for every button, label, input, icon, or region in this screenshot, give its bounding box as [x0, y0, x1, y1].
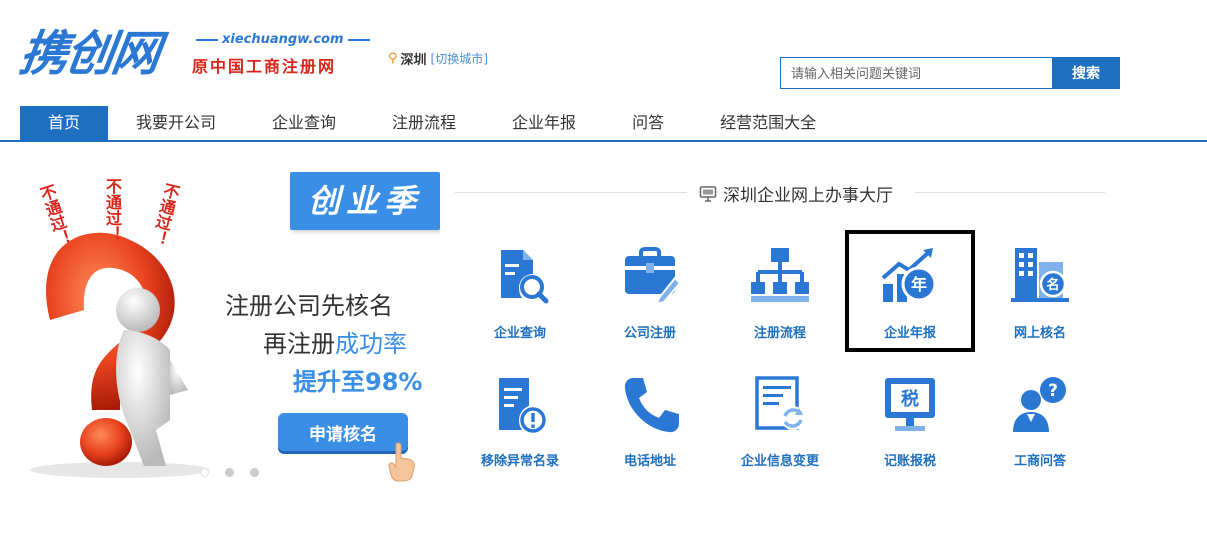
user-question-icon: ? — [1013, 377, 1066, 432]
service-row: 企业查询 公司注册 注册流程 年 企业年报 名 网上核名 — [455, 230, 1105, 352]
search-bar: 搜索 — [780, 57, 1120, 89]
service-label: 企业查询 — [493, 326, 546, 341]
site-header: 携创网 xiechuangw.com 原中国工商注册网 ⚲ 深圳 [切换城市] … — [0, 0, 1207, 100]
bubble-reject-2: 不通过！ — [103, 178, 122, 242]
service-phone-address[interactable]: 电话地址 — [585, 370, 715, 492]
phone-icon — [624, 378, 679, 433]
service-annual-report[interactable]: 年 企业年报 — [845, 230, 975, 352]
service-info-change[interactable]: 企业信息变更 — [715, 370, 845, 492]
service-label: 企业信息变更 — [740, 454, 819, 469]
switch-city-link[interactable]: [切换城市] — [431, 50, 488, 67]
search-button[interactable]: 搜索 — [1052, 57, 1120, 89]
banner-line-3: 提升至98% — [293, 368, 423, 396]
service-company-registration[interactable]: 公司注册 — [585, 230, 715, 352]
annual-report-chart-icon: 年 — [881, 248, 937, 302]
monitor-icon — [699, 185, 717, 202]
service-label: 网上核名 — [1013, 326, 1066, 341]
nav-item-business-scope[interactable]: 经营范围大全 — [692, 106, 844, 140]
carousel-dot[interactable] — [200, 468, 209, 477]
logo-slogan: xiechuangw.com 原中国工商注册网 — [192, 32, 382, 77]
service-remove-abnormal-list[interactable]: 移除异常名录 — [455, 370, 585, 492]
document-alert-icon — [499, 378, 546, 433]
nav-item-home[interactable]: 首页 — [20, 106, 108, 140]
nav-item-company-search[interactable]: 企业查询 — [244, 106, 364, 140]
service-label: 电话地址 — [623, 454, 676, 469]
service-bookkeeping-tax[interactable]: 税 记账报税 — [845, 370, 975, 492]
domain-line: xiechuangw.com — [192, 32, 382, 47]
tax-monitor-icon: 税 — [885, 378, 935, 431]
service-row: 移除异常名录 电话地址 企业信息变更 税 记账报税 ? 工商问答 — [455, 370, 1105, 492]
main-nav: 首页 我要开公司 企业查询 注册流程 企业年报 问答 经营范围大全 — [0, 106, 1207, 142]
tagline-text: 原中国工商注册网 — [192, 57, 337, 76]
org-chart-icon — [751, 248, 809, 302]
service-grid: 企业查询 公司注册 注册流程 年 企业年报 名 网上核名 移除异常名录 电话地址… — [455, 230, 1105, 492]
nav-item-qa[interactable]: 问答 — [604, 106, 692, 140]
season-badge: 创业季 — [290, 172, 440, 230]
service-registration-process[interactable]: 注册流程 — [715, 230, 845, 352]
location-pin-icon: ⚲ — [388, 51, 398, 66]
service-company-search[interactable]: 企业查询 — [455, 230, 585, 352]
domain-text: xiechuangw.com — [222, 32, 344, 47]
carousel-dot[interactable] — [225, 468, 234, 477]
banner-line-2: 再注册成功率 — [263, 330, 407, 358]
promo-banner[interactable]: 不通过！ 不通过！ 不通过！ 创业季 注册公司先核名 再注册成功率 提升至98%… — [20, 170, 440, 482]
service-business-qa[interactable]: ? 工商问答 — [975, 370, 1105, 492]
nav-item-annual-report[interactable]: 企业年报 — [484, 106, 604, 140]
svg-text:税: 税 — [901, 388, 919, 410]
search-input[interactable] — [780, 57, 1052, 89]
svg-text:名: 名 — [1046, 277, 1059, 293]
service-label: 移除异常名录 — [480, 454, 559, 469]
svg-text:?: ? — [1048, 381, 1058, 401]
briefcase-pen-icon — [625, 247, 681, 306]
service-label: 工商问答 — [1013, 454, 1066, 469]
service-online-name-check[interactable]: 名 网上核名 — [975, 230, 1105, 352]
service-label: 公司注册 — [623, 326, 676, 341]
service-hall-header: 深圳企业网上办事大厅 — [455, 181, 1105, 206]
nav-item-registration-process[interactable]: 注册流程 — [364, 106, 484, 140]
service-label: 注册流程 — [753, 326, 806, 341]
svg-text:年: 年 — [911, 275, 927, 294]
nav-item-open-company[interactable]: 我要开公司 — [108, 106, 244, 140]
current-city: 深圳 — [400, 53, 427, 68]
city-selector: ⚲ 深圳 [切换城市] — [388, 49, 488, 68]
carousel-dot[interactable] — [250, 468, 259, 477]
document-search-icon — [501, 250, 549, 304]
service-hall-title: 深圳企业网上办事大厅 — [723, 186, 893, 206]
site-logo[interactable]: 携创网 — [16, 26, 162, 82]
service-label: 企业年报 — [883, 326, 936, 341]
banner-line-1: 注册公司先核名 — [225, 292, 393, 320]
building-name-icon: 名 — [1011, 248, 1069, 302]
pointing-hand-icon — [388, 442, 415, 482]
service-label: 记账报税 — [883, 454, 936, 469]
document-refresh-icon — [755, 376, 805, 430]
carousel-dots — [200, 468, 259, 477]
